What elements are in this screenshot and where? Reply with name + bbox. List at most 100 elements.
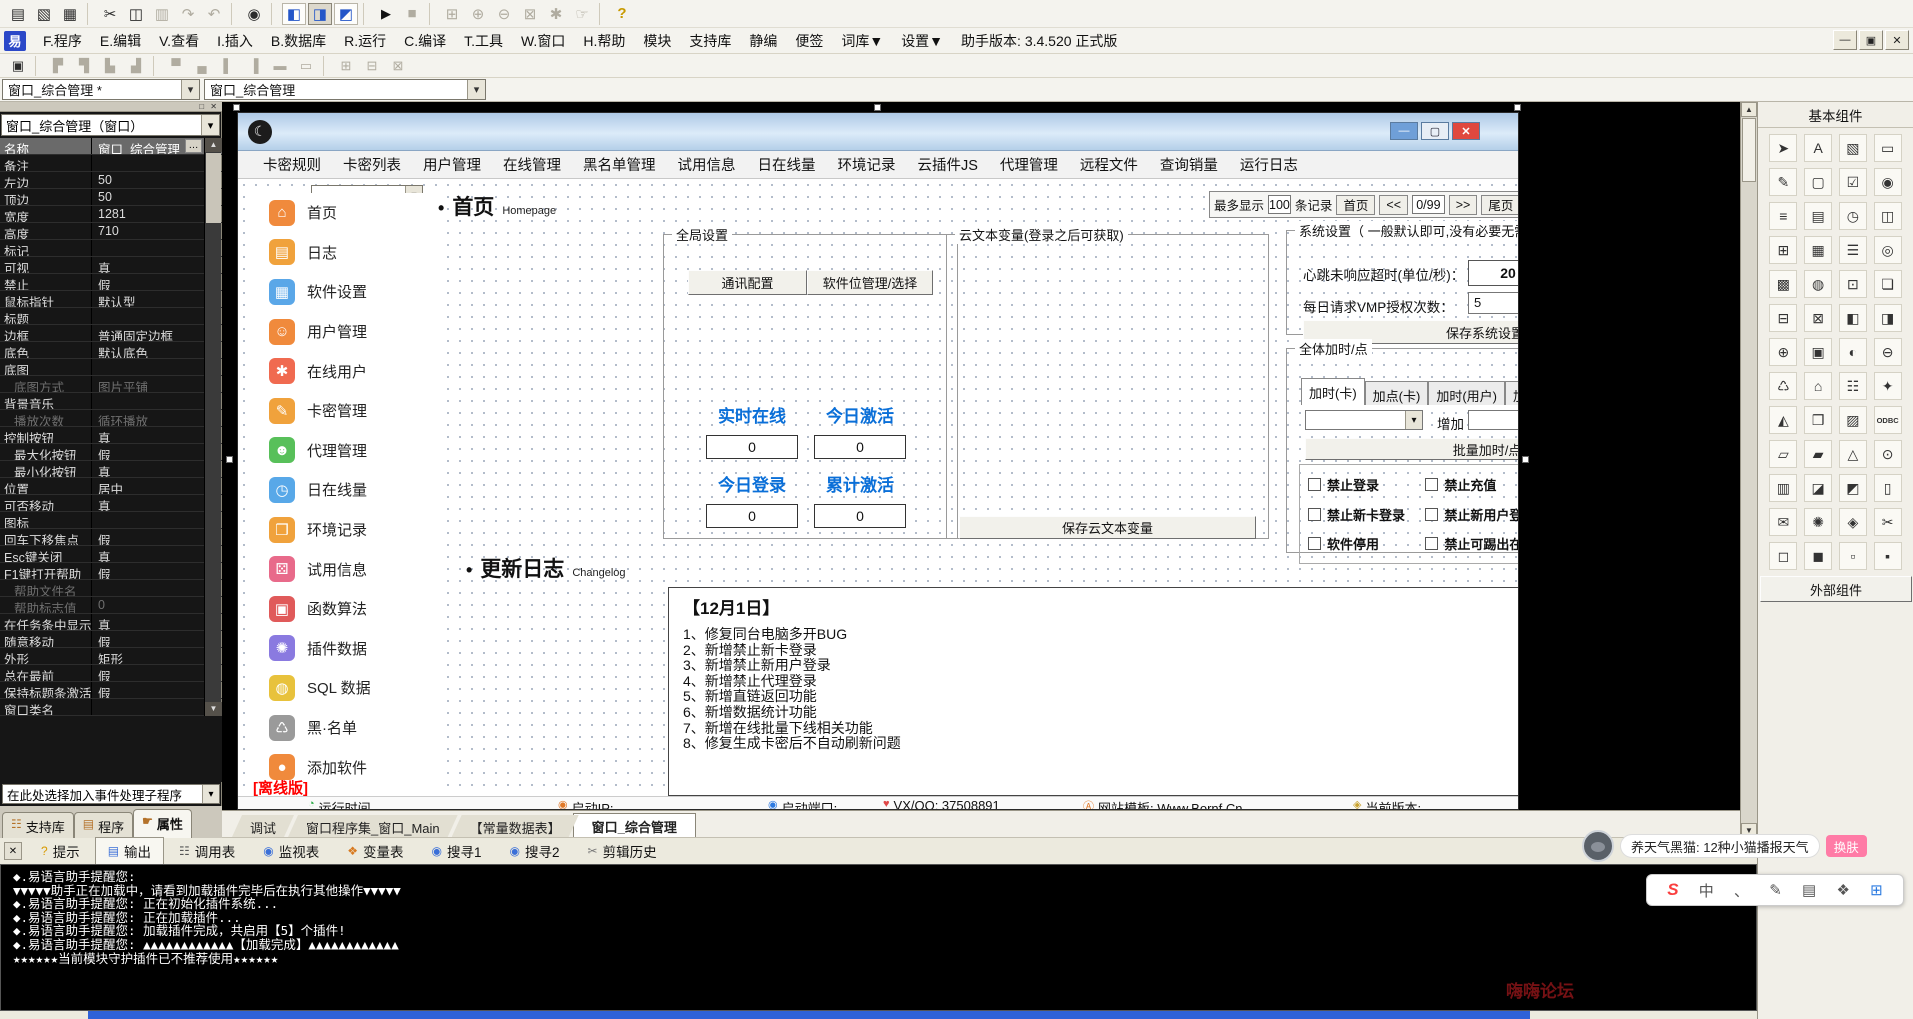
form-menu-item[interactable]: 卡密规则 (252, 150, 332, 179)
treeview-component-icon[interactable]: ◧ (1839, 304, 1867, 332)
property-value[interactable]: …真 (92, 257, 222, 273)
property-value[interactable]: … (92, 512, 222, 528)
resize-handle[interactable] (874, 104, 881, 111)
ime-logo-icon[interactable]: S (1667, 880, 1678, 900)
sidebar-item[interactable]: ▣ 函数算法 (251, 589, 447, 629)
workspace-tab[interactable]: 【常量数据表】 (452, 815, 579, 837)
disable-option[interactable]: 软件停用 (1308, 534, 1425, 553)
tab-component-icon[interactable]: ▩ (1769, 270, 1797, 298)
first-page-button[interactable]: 首页 (1336, 195, 1375, 215)
triangle-component-icon[interactable]: △ (1839, 440, 1867, 468)
bottom-tab[interactable]: ◉ 监视表 (250, 837, 332, 865)
property-row[interactable]: 最小化按钮 …真 (0, 461, 222, 478)
ime-handwrite-icon[interactable]: ✎ (1769, 881, 1782, 899)
resize-handle[interactable] (1522, 456, 1529, 463)
bottom-tab[interactable]: ☷ 调用表 (166, 837, 248, 865)
prev-page-button[interactable]: << (1379, 195, 1408, 215)
step-into-icon[interactable]: ⊕ (466, 3, 490, 25)
property-value[interactable]: …默认型 (92, 291, 222, 307)
property-object-selector[interactable]: 窗口_综合管理（窗口） (1, 114, 220, 136)
sidebar-item[interactable]: ✺ 插件数据 (251, 629, 447, 669)
resize-handle[interactable] (1514, 104, 1521, 111)
property-row[interactable]: 播放次数 …循环播放 (0, 410, 222, 427)
workspace-tab[interactable]: 窗口_综合管理 (573, 813, 696, 837)
separator[interactable] (35, 56, 41, 76)
file-component-icon[interactable]: ❒ (1804, 406, 1832, 434)
media-component-icon[interactable]: ⊙ (1874, 440, 1902, 468)
stop-icon[interactable]: ■ (400, 3, 424, 25)
property-scrollbar[interactable]: ▲ ▼ (204, 138, 221, 716)
form-menu-item[interactable]: 云插件JS (907, 150, 989, 179)
menu-item[interactable]: T.工具 (455, 28, 512, 54)
clock-component-icon[interactable]: ◷ (1839, 202, 1867, 230)
property-row[interactable]: 标题 … (0, 308, 222, 325)
menu-item[interactable]: W.窗口 (512, 28, 574, 54)
menu-item[interactable]: 便签 (786, 28, 832, 54)
separator[interactable] (323, 56, 329, 76)
hotkey-component-icon[interactable]: ◎ (1874, 236, 1902, 264)
dot-component-icon[interactable]: ▫ (1839, 542, 1867, 570)
separator[interactable] (87, 3, 93, 25)
bottom-tab[interactable]: ? 提示 (28, 837, 93, 865)
property-value[interactable]: … (92, 393, 222, 409)
software-slot-button[interactable]: 软件位管理/选择 (807, 270, 933, 295)
sidebar-item[interactable]: ▦ 软件设置 (251, 272, 447, 312)
property-row[interactable]: Esc键关闭 …真 (0, 546, 222, 563)
mail-component-icon[interactable]: ✉ (1769, 508, 1797, 536)
disable-option[interactable]: 禁止可踢出在线 (1425, 534, 1518, 553)
disable-option[interactable]: 禁止新用户登录 (1425, 505, 1518, 524)
radio-component-icon[interactable]: ◉ (1874, 168, 1902, 196)
left-panel-tab[interactable]: ☷ 支持库 (2, 812, 74, 838)
menu-item[interactable]: B.数据库 (262, 28, 335, 54)
date-component-icon[interactable]: ⊖ (1874, 338, 1902, 366)
menu-item[interactable]: 支持库 (680, 28, 740, 54)
chart-component-icon[interactable]: ◭ (1769, 406, 1797, 434)
panel-mini-buttons[interactable]: □ ✕ (199, 102, 219, 111)
menu-item[interactable]: R.运行 (335, 28, 395, 54)
form-maximize-button[interactable]: ▢ (1421, 122, 1449, 140)
layout-right-icon[interactable]: ◩ (334, 3, 358, 25)
property-value[interactable]: …真 (92, 614, 222, 630)
sidebar-item[interactable]: ▤ 日志 (251, 233, 447, 273)
property-row[interactable]: 底色 …默认底色 (0, 342, 222, 359)
property-value[interactable]: …假 (92, 274, 222, 290)
picture-component-icon[interactable]: ▧ (1839, 134, 1867, 162)
bulk-tab[interactable]: 加点(卡) (1365, 381, 1429, 405)
form-titlebar[interactable]: ☾ — ▢ ✕ (238, 113, 1518, 151)
window-control-button[interactable]: ✕ (1885, 30, 1909, 50)
form-menu-item[interactable]: 卡密列表 (332, 150, 412, 179)
property-row[interactable]: 左边 …50 (0, 172, 222, 189)
run-icon[interactable]: ▶ (374, 3, 398, 25)
same-left-icon[interactable]: ▌ (216, 56, 240, 76)
property-value[interactable]: … (92, 308, 222, 324)
solid-component-icon[interactable]: ◼ (1804, 542, 1832, 570)
find-icon[interactable]: ◉ (242, 3, 266, 25)
bulk-tab[interactable]: 加时(卡) (1301, 378, 1365, 405)
property-value[interactable]: …假 (92, 444, 222, 460)
property-value[interactable]: … (92, 240, 222, 256)
splitter-component-icon[interactable]: ◫ (1874, 202, 1902, 230)
table-component-icon[interactable]: ⊞ (1769, 236, 1797, 264)
refresh-component-icon[interactable]: ♺ (1769, 372, 1797, 400)
property-value[interactable]: …50 (92, 189, 222, 205)
property-row[interactable]: 外形 …矩形 (0, 648, 222, 665)
vmp-count-select[interactable]: 5 (1468, 292, 1518, 314)
disable-option[interactable]: 禁止登录 (1308, 475, 1425, 494)
bar-component-icon[interactable]: ▰ (1804, 440, 1832, 468)
plugin-component-icon[interactable]: ✺ (1804, 508, 1832, 536)
menu-item[interactable]: 模块 (634, 28, 680, 54)
property-row[interactable]: 帮助标志值 …0 (0, 597, 222, 614)
same-size-icon[interactable]: ⊞ (334, 56, 358, 76)
combobox-component-icon[interactable]: ▤ (1804, 202, 1832, 230)
form-menu-item[interactable]: 代理管理 (989, 150, 1069, 179)
bulk-target-select[interactable] (1305, 410, 1423, 430)
window-control-button[interactable]: ▣ (1859, 30, 1883, 50)
sidebar-item[interactable]: ✱ 在线用户 (251, 351, 447, 391)
disable-option[interactable]: 禁止新卡登录 (1308, 505, 1425, 524)
groupbox-component-icon[interactable]: ▢ (1804, 168, 1832, 196)
form-menu-item[interactable]: 用户管理 (412, 150, 492, 179)
progress-component-icon[interactable]: ◍ (1804, 270, 1832, 298)
same-top-icon[interactable]: ▀ (164, 56, 188, 76)
step-over-icon[interactable]: ⊖ (492, 3, 516, 25)
checkbox[interactable] (1425, 508, 1438, 521)
